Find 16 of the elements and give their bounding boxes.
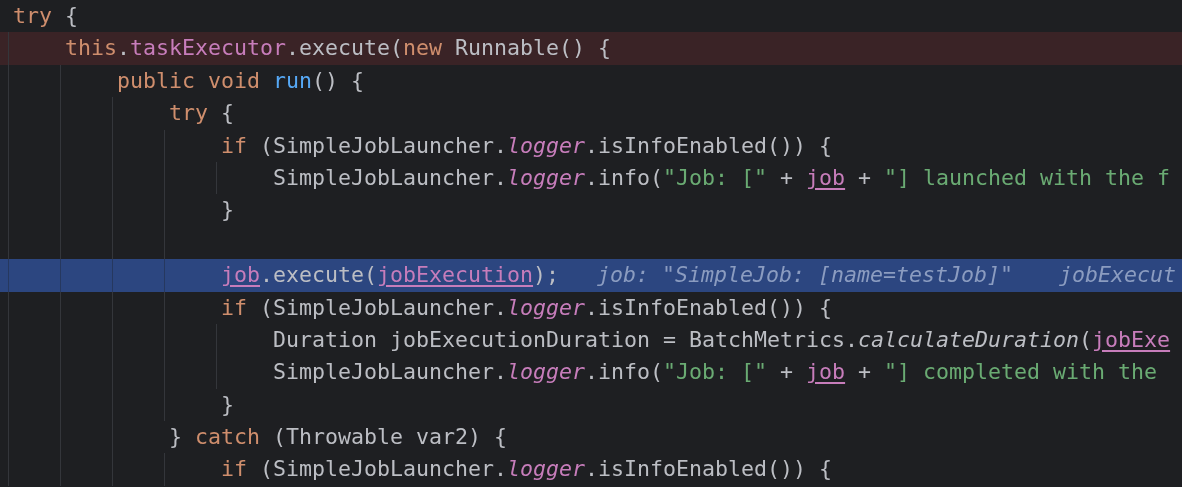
inline-hint: jobExecut <box>1059 261 1177 290</box>
code-text: } <box>220 196 234 225</box>
code-text: if (SimpleJobLauncher.logger.isInfoEnabled()) { <box>220 293 833 322</box>
inline-hint: job: "SimpleJob: [name=testJob]" <box>597 261 1014 290</box>
code-text: SimpleJobLauncher.logger.info("Job: [" + job + "] launched with the f <box>272 163 1171 192</box>
code-text: SimpleJobLauncher.logger.info("Job: [" + job + "] completed with the <box>272 358 1158 387</box>
code-text: try { <box>168 99 235 128</box>
code-text: } <box>220 390 234 419</box>
code-text: } catch (Throwable var2) { <box>168 423 508 452</box>
code-text: job.execute(jobExecution); <box>220 261 560 290</box>
code-text: this.taskExecutor.execute(new Runnable() { <box>64 34 612 63</box>
code-text: Duration jobExecutionDuration = BatchMetrics.calculateDuration(jobExe <box>272 325 1171 354</box>
code-text: public void run() { <box>116 66 365 95</box>
code-text: try { <box>12 2 79 30</box>
code-text: if (SimpleJobLauncher.logger.isInfoEnabled()) { <box>220 455 833 484</box>
code-text: if (SimpleJobLauncher.logger.isInfoEnabled()) { <box>220 131 833 160</box>
